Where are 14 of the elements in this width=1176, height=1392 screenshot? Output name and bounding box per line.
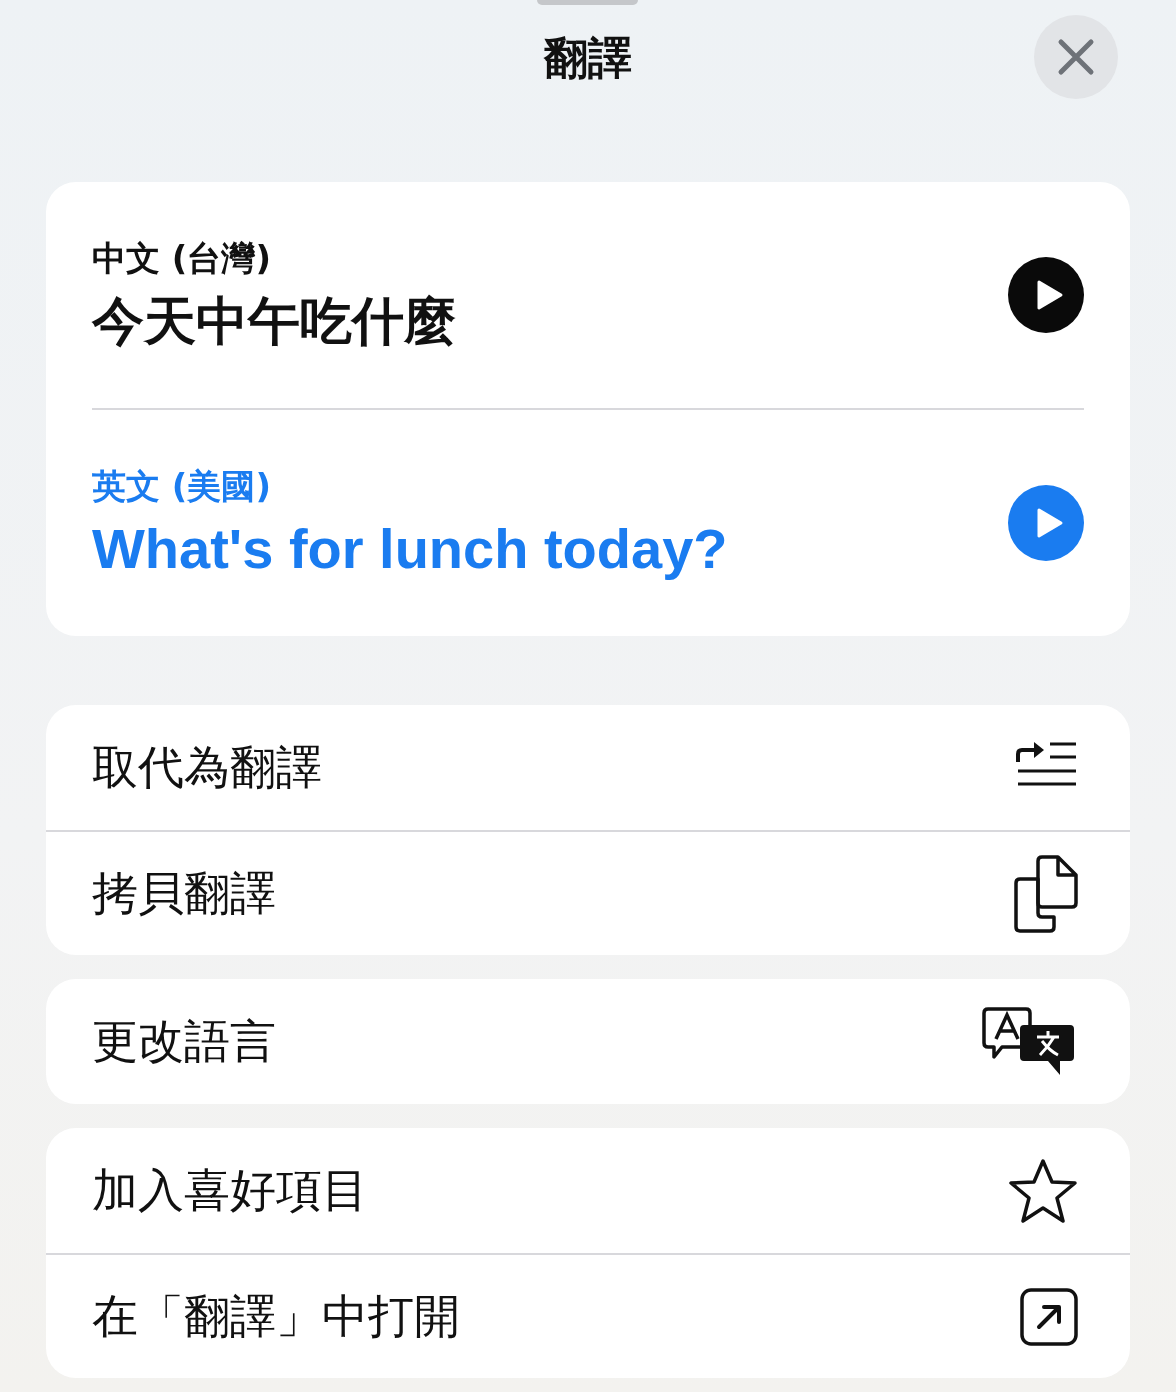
close-icon	[1057, 38, 1095, 76]
action-item[interactable]: 在「翻譯」中打開	[46, 1253, 1130, 1378]
open-external-icon	[1020, 1287, 1078, 1346]
translation-text: What's for lunch today?	[92, 516, 728, 582]
copy-icon	[1014, 854, 1078, 933]
language-label: 中文 (台灣)	[92, 237, 272, 280]
action-item[interactable]: 加入喜好項目	[46, 1128, 1130, 1253]
action-item[interactable]: 拷貝翻譯	[46, 830, 1130, 955]
action-item[interactable]: 更改語言	[46, 979, 1130, 1104]
language-label: 英文 (美國)	[92, 465, 272, 508]
sheet-title: 翻譯	[544, 31, 632, 85]
action-item[interactable]: 取代為翻譯	[46, 705, 1130, 830]
translation-text: 今天中午吃什麼	[92, 290, 456, 353]
star-icon	[1008, 1157, 1078, 1224]
